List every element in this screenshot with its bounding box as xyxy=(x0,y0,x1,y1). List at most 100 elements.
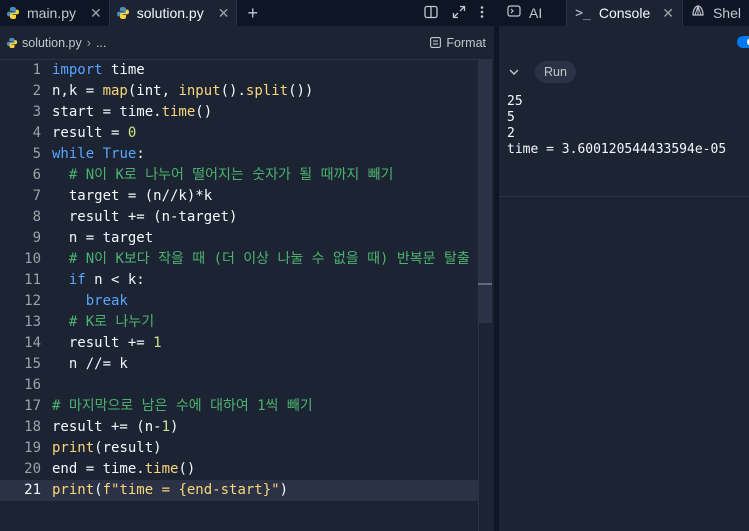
code-text: # K로 나누기 xyxy=(68,314,155,330)
format-icon xyxy=(430,37,442,48)
breadcrumb-more[interactable]: ... xyxy=(96,36,106,50)
breadcrumb: solution.py › ... Format xyxy=(0,26,494,60)
tab-label: Console xyxy=(598,5,651,21)
code-editor[interactable]: 1 import time 2 n,k = map(int, input().spli… xyxy=(0,60,478,531)
tab-console[interactable]: >_ Console ✕ xyxy=(567,0,683,26)
close-icon[interactable]: ✕ xyxy=(218,5,230,22)
format-button[interactable]: Format xyxy=(430,36,486,50)
console-pane: AI >_ Console ✕ Shel Run 25 5 2 time = 3.60… xyxy=(499,0,749,531)
code-line[interactable]: 4 result = 0 xyxy=(0,123,478,144)
code-line[interactable]: 16 xyxy=(0,375,478,396)
code-line[interactable]: 10 # N이 K보다 작을 때 (더 이상 나눌 수 없을 때) 반복문 탈출 xyxy=(0,249,478,270)
code-text: result += (n-1) xyxy=(52,419,179,435)
tab-ai[interactable]: AI xyxy=(499,0,568,26)
tab-solution-py[interactable]: solution.py ✕ xyxy=(109,0,238,26)
python-file-icon xyxy=(116,6,130,20)
code-text: n = target xyxy=(52,230,154,246)
python-file-icon xyxy=(6,37,18,49)
line-number: 9 xyxy=(32,230,41,246)
code-line[interactable]: 3 start = time.time() xyxy=(0,102,478,123)
code-line[interactable]: 18 result += (n-1) xyxy=(0,417,478,438)
code-text: print(result) xyxy=(52,440,162,456)
tab-toolbar xyxy=(424,0,494,26)
split-pane-icon[interactable] xyxy=(424,5,438,22)
code-text: # N이 K로 나누어 떨어지는 숫자가 될 때까지 빼기 xyxy=(68,167,394,183)
tab-label: Shel xyxy=(712,5,741,21)
format-label: Format xyxy=(446,35,486,50)
chevron-down-icon[interactable] xyxy=(507,65,521,79)
python-file-icon xyxy=(6,6,20,20)
code-line[interactable]: 15 n //= k xyxy=(0,354,478,375)
code-line[interactable]: 21 print(f"time = {end-start}") xyxy=(0,480,478,501)
line-number: 19 xyxy=(24,440,41,456)
code-text: print(f"time = {end-start}") xyxy=(52,482,289,498)
code-text: result += (n-target) xyxy=(52,209,238,225)
chevron-right-icon: › xyxy=(86,35,91,50)
tab-label: solution.py xyxy=(136,5,204,21)
code-line[interactable]: 11 if n < k: xyxy=(0,270,478,291)
code-line[interactable]: 5 while True: xyxy=(0,144,478,165)
code-line[interactable]: 6 # N이 K로 나누어 떨어지는 숫자가 될 때까지 빼기 xyxy=(0,165,478,186)
ai-icon xyxy=(507,4,521,22)
more-options-icon[interactable] xyxy=(480,5,484,22)
code-line[interactable]: 17 # 마지막으로 남은 수에 대하여 1씩 빼기 xyxy=(0,396,478,417)
code-text: # N이 K보다 작을 때 (더 이상 나눌 수 없을 때) 반복문 탈출 xyxy=(68,251,470,267)
code-line[interactable]: 12 break xyxy=(0,291,478,312)
line-number: 13 xyxy=(24,314,41,330)
line-number: 15 xyxy=(24,356,41,372)
line-number: 20 xyxy=(24,461,41,477)
code-line[interactable]: 2 n,k = map(int, input().split()) xyxy=(0,81,478,102)
code-text: n,k = map(int, input().split()) xyxy=(52,83,314,99)
code-line[interactable]: 20 end = time.time() xyxy=(0,459,478,480)
run-button[interactable]: Run xyxy=(535,61,576,83)
line-number: 6 xyxy=(32,167,41,183)
line-number: 12 xyxy=(24,293,41,309)
new-tab-button[interactable]: + xyxy=(237,0,268,26)
code-line[interactable]: 8 result += (n-target) xyxy=(0,207,478,228)
code-text: result = 0 xyxy=(52,125,137,141)
line-number: 11 xyxy=(24,272,41,288)
close-icon[interactable]: ✕ xyxy=(90,5,102,22)
output-line: 5 xyxy=(507,110,515,125)
line-number: 8 xyxy=(32,209,41,225)
tab-shell[interactable]: Shel xyxy=(683,0,749,26)
console-toggle[interactable] xyxy=(737,36,749,48)
line-number: 16 xyxy=(24,377,41,393)
close-icon[interactable]: ✕ xyxy=(662,5,674,22)
code-text: end = time.time() xyxy=(52,461,196,477)
line-number: 5 xyxy=(32,146,41,162)
code-text: break xyxy=(85,293,128,309)
code-line[interactable]: 7 target = (n//k)*k xyxy=(0,186,478,207)
code-line[interactable]: 1 import time xyxy=(0,60,478,81)
tab-main-py[interactable]: main.py ✕ xyxy=(0,0,110,26)
breadcrumb-file[interactable]: solution.py xyxy=(22,36,82,50)
line-number: 14 xyxy=(24,335,41,351)
output-line: 25 xyxy=(507,94,523,109)
tab-label: main.py xyxy=(27,5,77,21)
right-tab-bar: AI >_ Console ✕ Shel xyxy=(499,0,749,26)
line-number: 17 xyxy=(24,398,41,414)
shell-icon xyxy=(691,4,705,22)
code-line[interactable]: 19 print(result) xyxy=(0,438,478,459)
line-number: 18 xyxy=(24,419,41,435)
editor-tab-bar: main.py ✕ solution.py ✕ + xyxy=(0,0,494,26)
code-text: import time xyxy=(52,62,145,78)
line-number: 21 xyxy=(24,482,41,498)
code-text: target = (n//k)*k xyxy=(52,188,213,204)
line-number: 1 xyxy=(32,62,41,78)
terminal-icon: >_ xyxy=(575,5,591,21)
console-toolbar xyxy=(499,26,749,60)
scroll-marker xyxy=(478,283,492,285)
code-text: result += 1 xyxy=(52,335,162,351)
output-line: time = 3.600120544433594e-05 xyxy=(507,142,727,157)
code-text: # 마지막으로 남은 수에 대하여 1씩 빼기 xyxy=(52,398,313,414)
code-line[interactable]: 9 n = target xyxy=(0,228,478,249)
run-row: Run xyxy=(499,60,749,84)
expand-icon[interactable] xyxy=(452,5,466,22)
code-text: start = time.time() xyxy=(52,104,213,120)
editor-pane: main.py ✕ solution.py ✕ + solution.py › … xyxy=(0,0,494,531)
console-separator xyxy=(499,196,749,197)
code-line[interactable]: 13 # K로 나누기 xyxy=(0,312,478,333)
line-number: 10 xyxy=(24,251,41,267)
code-line[interactable]: 14 result += 1 xyxy=(0,333,478,354)
